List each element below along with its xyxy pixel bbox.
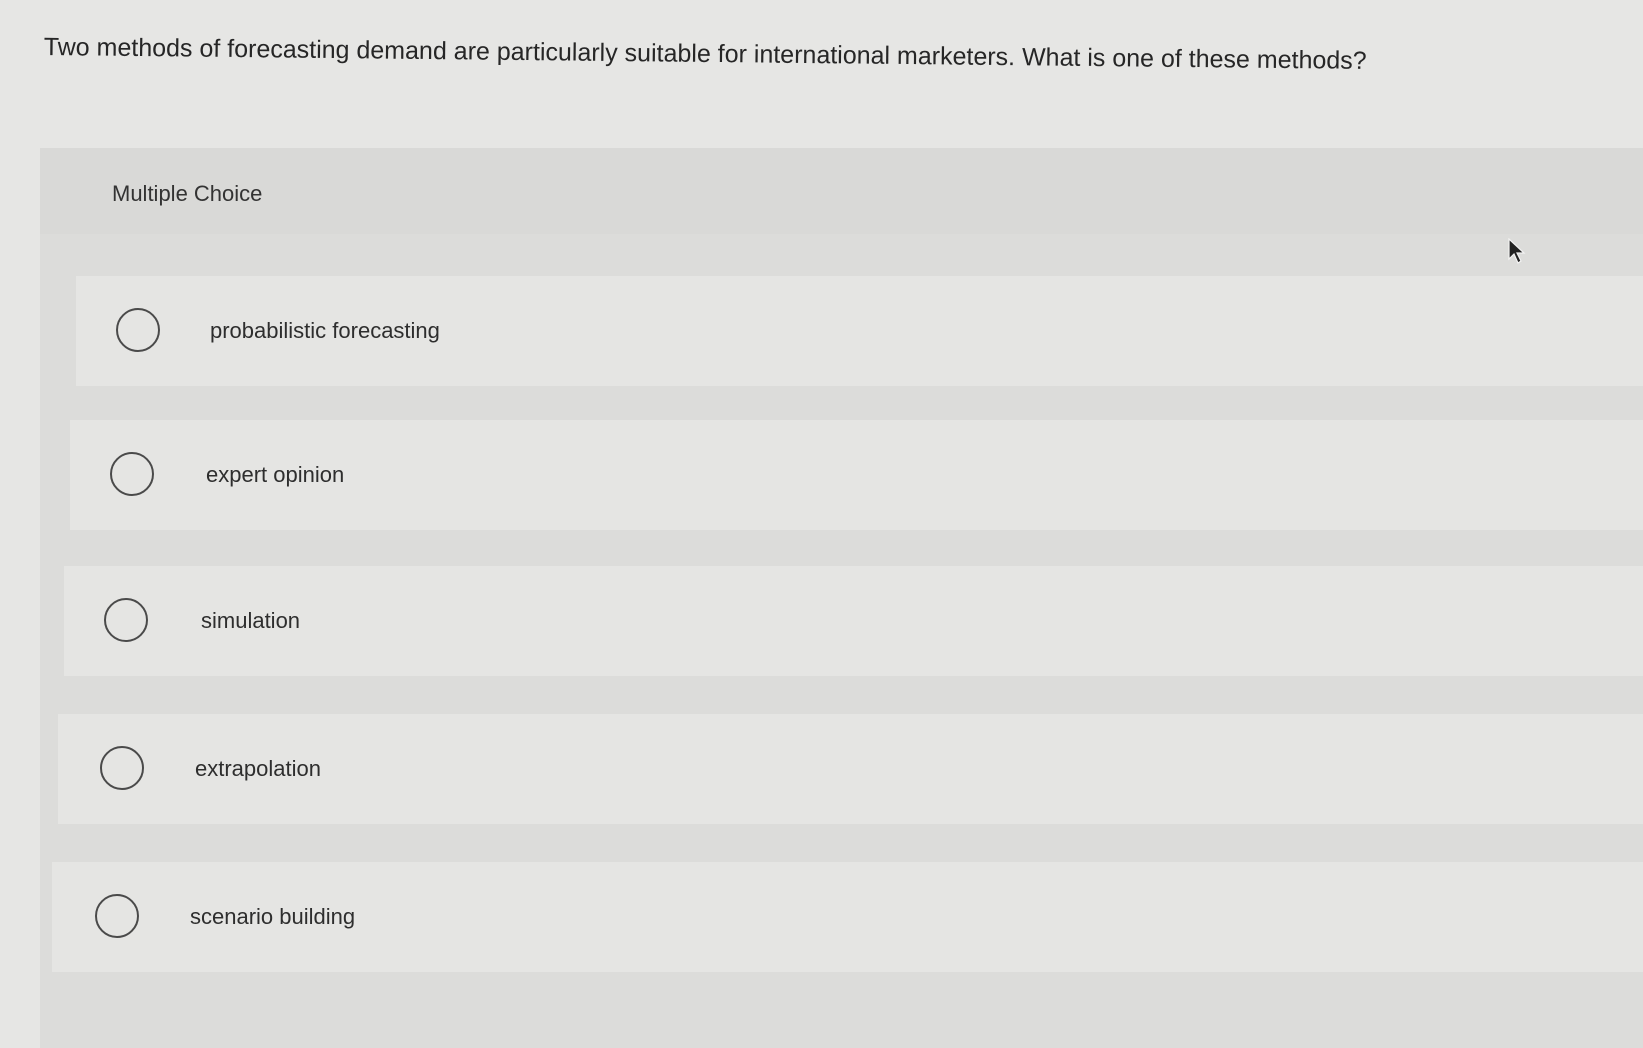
option-label: expert opinion bbox=[206, 462, 345, 487]
radio-button-icon[interactable] bbox=[100, 746, 144, 790]
answer-option-extrapolation[interactable]: extrapolation bbox=[58, 714, 1643, 824]
option-label: scenario building bbox=[190, 904, 356, 929]
answer-option-simulation[interactable]: simulation bbox=[64, 566, 1643, 676]
radio-button-icon[interactable] bbox=[95, 894, 139, 938]
radio-button-icon[interactable] bbox=[110, 452, 154, 496]
multiple-choice-panel: Multiple Choice probabilistic forecastin… bbox=[40, 148, 1643, 1048]
radio-button-icon[interactable] bbox=[104, 598, 148, 642]
answer-option-probabilistic-forecasting[interactable]: probabilistic forecasting bbox=[76, 276, 1643, 386]
question-text: Two methods of forecasting demand are pa… bbox=[43, 32, 1367, 75]
option-label: probabilistic forecasting bbox=[210, 318, 440, 343]
option-label: simulation bbox=[201, 608, 301, 633]
radio-button-icon[interactable] bbox=[116, 308, 160, 352]
answer-option-expert-opinion[interactable]: expert opinion bbox=[70, 420, 1643, 530]
multiple-choice-header: Multiple Choice bbox=[40, 148, 1643, 234]
option-label: extrapolation bbox=[195, 756, 321, 781]
multiple-choice-label: Multiple Choice bbox=[112, 181, 263, 206]
answer-option-scenario-building[interactable]: scenario building bbox=[52, 862, 1643, 972]
